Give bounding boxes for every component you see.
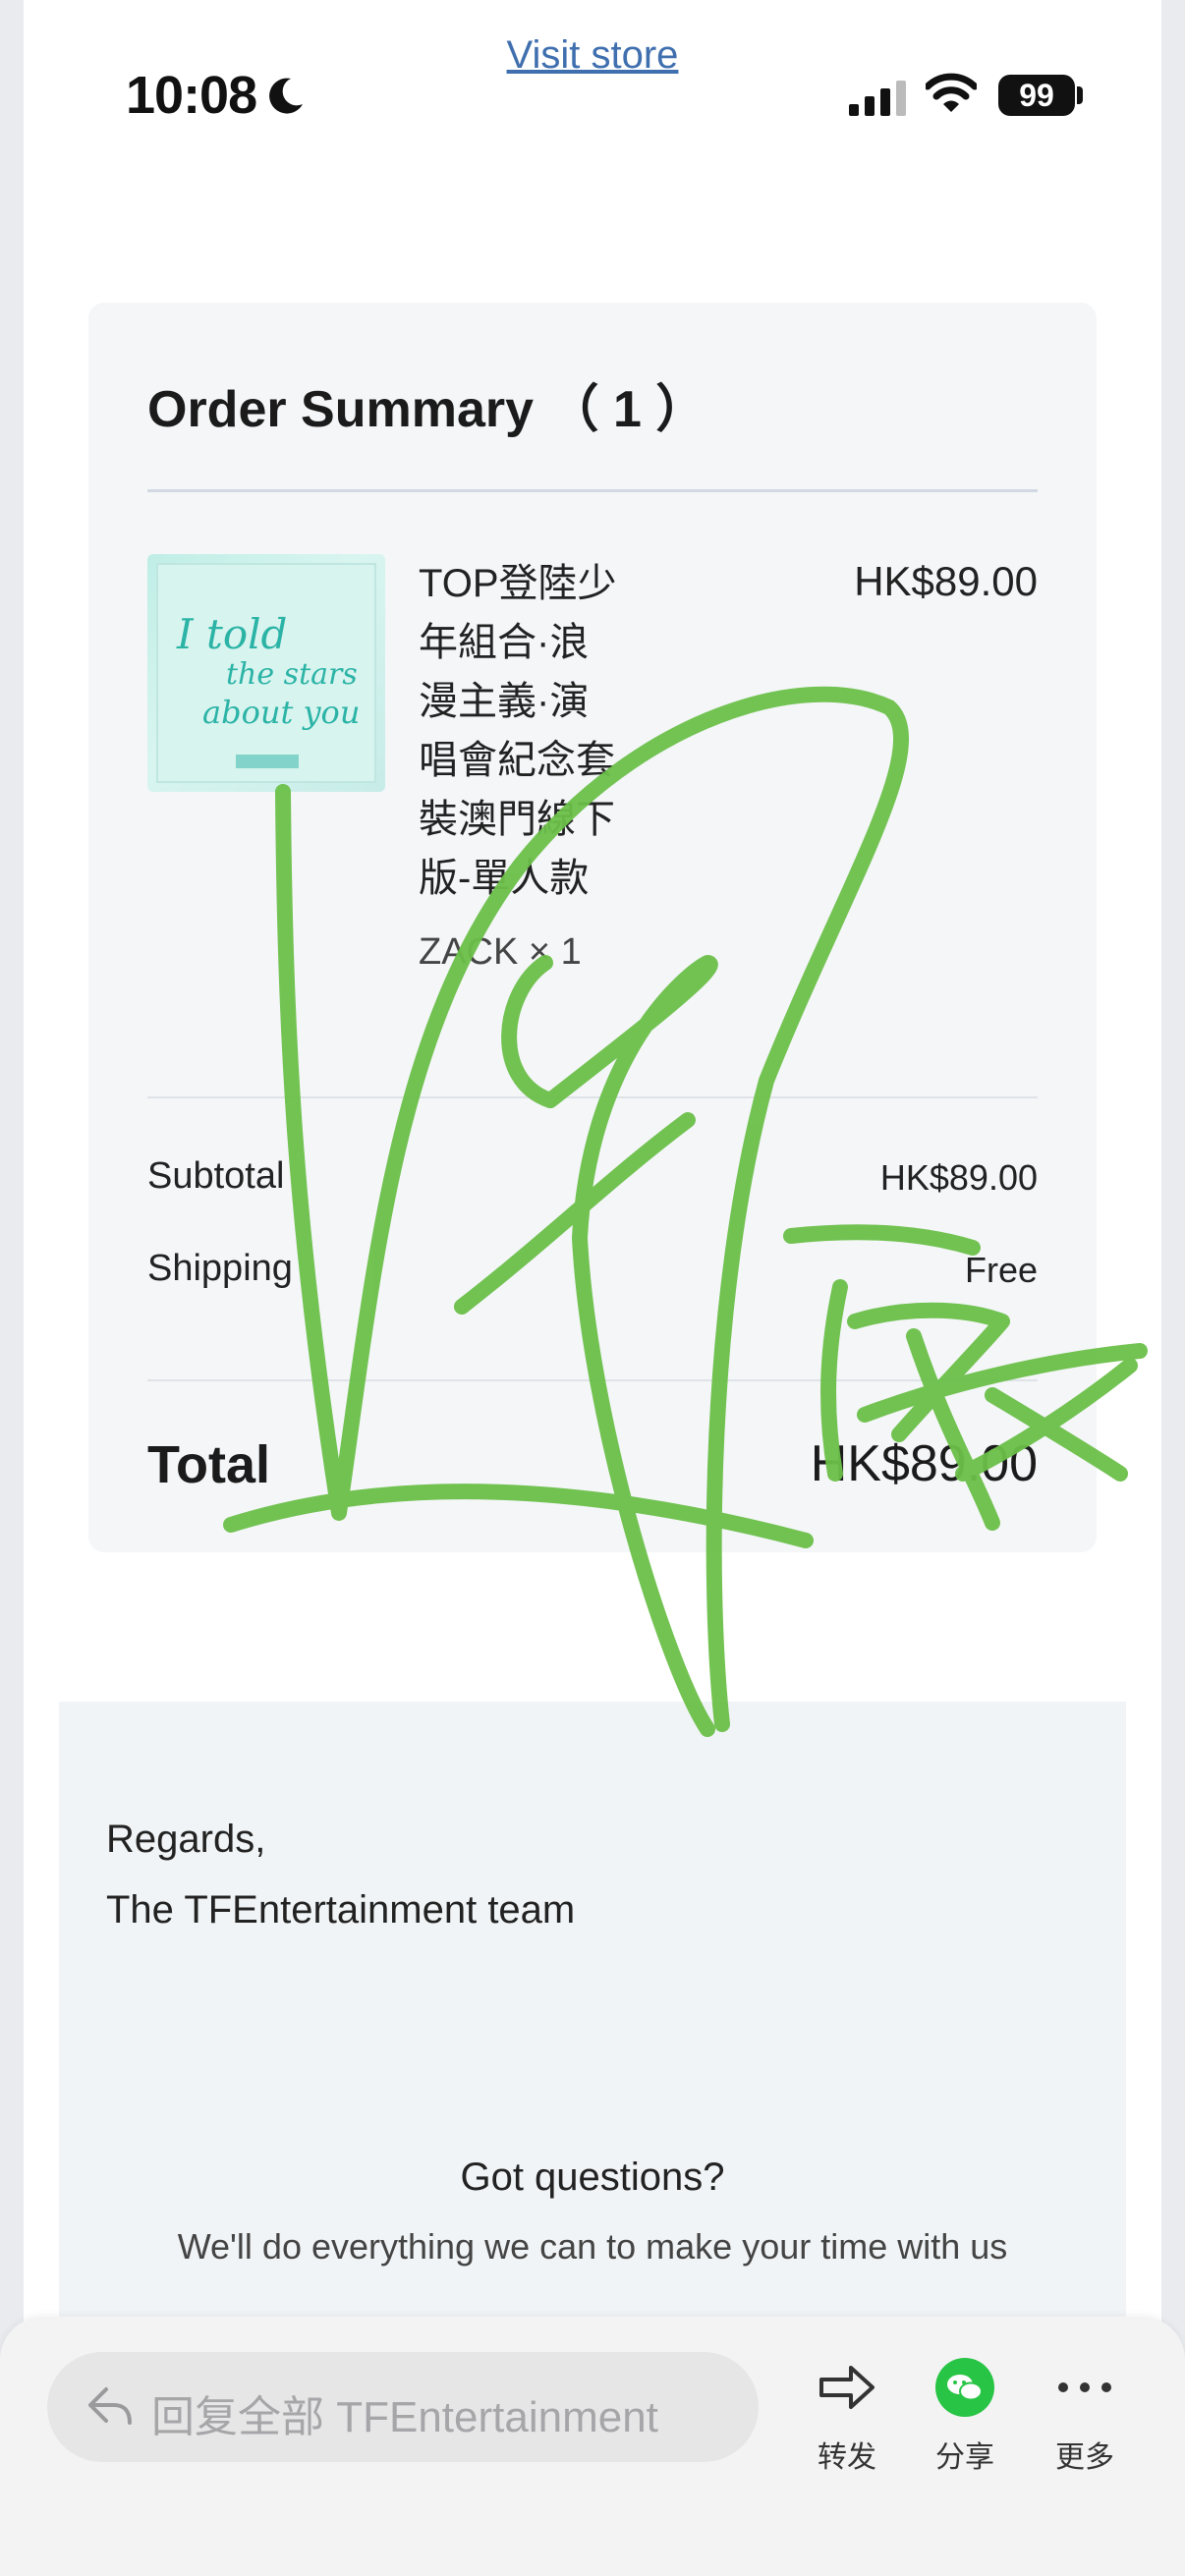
forward-icon bbox=[819, 2366, 875, 2409]
share-label: 分享 bbox=[935, 2441, 994, 2474]
wifi-icon bbox=[926, 73, 977, 112]
moon-icon bbox=[269, 78, 303, 114]
regards-line: Regards, bbox=[106, 1818, 266, 1861]
visit-store-link[interactable]: Visit store bbox=[0, 33, 1185, 78]
product-name-line: 年組合·浪 bbox=[419, 621, 590, 664]
team-line: The TFEntertainment team bbox=[106, 1888, 576, 1932]
subtotal-value: HK$89.00 bbox=[879, 1157, 1038, 1198]
reply-all-input[interactable]: 回复全部 TFEntertainment bbox=[47, 2352, 759, 2462]
product-artwork: I told the stars about you bbox=[156, 563, 376, 783]
product-name-line: 漫主義·演 bbox=[419, 680, 590, 723]
product-variant: ZACK × 1 bbox=[419, 931, 582, 973]
questions-title: Got questions? bbox=[460, 2156, 725, 2199]
forward-button[interactable]: 转发 bbox=[798, 2356, 896, 2476]
more-label: 更多 bbox=[1055, 2441, 1114, 2474]
forward-label: 转发 bbox=[818, 2441, 876, 2474]
total-label: Total bbox=[147, 1435, 270, 1494]
wechat-icon bbox=[935, 2358, 994, 2417]
product-price: HK$89.00 bbox=[854, 558, 1038, 604]
product-name-line: 版-單人款 bbox=[419, 857, 590, 900]
order-summary-title: Order Summary （ 1 ） bbox=[147, 381, 707, 438]
battery-icon: 99 bbox=[998, 75, 1075, 116]
questions-text: We'll do everything we can to make your … bbox=[177, 2226, 1008, 2267]
battery-tip bbox=[1077, 86, 1083, 104]
reply-all-icon bbox=[88, 2387, 132, 2425]
product-name-line: TOP登陸少 bbox=[419, 562, 617, 605]
total-value: HK$89.00 bbox=[810, 1435, 1038, 1492]
more-button[interactable]: 更多 bbox=[1036, 2356, 1134, 2476]
product-name-line: 裝澳門線下 bbox=[419, 798, 615, 841]
divider bbox=[147, 1379, 1038, 1381]
artwork-line-2: the stars bbox=[226, 657, 358, 692]
reply-bar: 回复全部 TFEntertainment 转发 分享 更多 bbox=[0, 2317, 1185, 2576]
regards-text: Regards, The TFEntertainment team bbox=[106, 1804, 575, 1945]
subtotal-label: Subtotal bbox=[147, 1155, 285, 1197]
divider bbox=[147, 1096, 1038, 1098]
product-name[interactable]: TOP登陸少 年組合·浪 漫主義·演 唱會紀念套 裝澳門線下 版-單人款 bbox=[419, 554, 645, 908]
signal-icon bbox=[849, 81, 906, 116]
share-button[interactable]: 分享 bbox=[916, 2356, 1014, 2476]
artwork-line-1: I told bbox=[176, 610, 287, 658]
reply-all-placeholder: 回复全部 TFEntertainment bbox=[151, 2393, 658, 2441]
divider bbox=[147, 489, 1038, 492]
product-image[interactable]: I told the stars about you bbox=[147, 554, 385, 792]
more-icon bbox=[1058, 2382, 1111, 2392]
shipping-label: Shipping bbox=[147, 1248, 293, 1289]
product-name-line: 唱會紀念套 bbox=[419, 739, 615, 782]
order-summary-card: Order Summary （ 1 ） I told the stars abo… bbox=[88, 303, 1097, 1552]
artwork-line-3: about you bbox=[202, 694, 360, 731]
shipping-value: Free bbox=[964, 1250, 1038, 1290]
